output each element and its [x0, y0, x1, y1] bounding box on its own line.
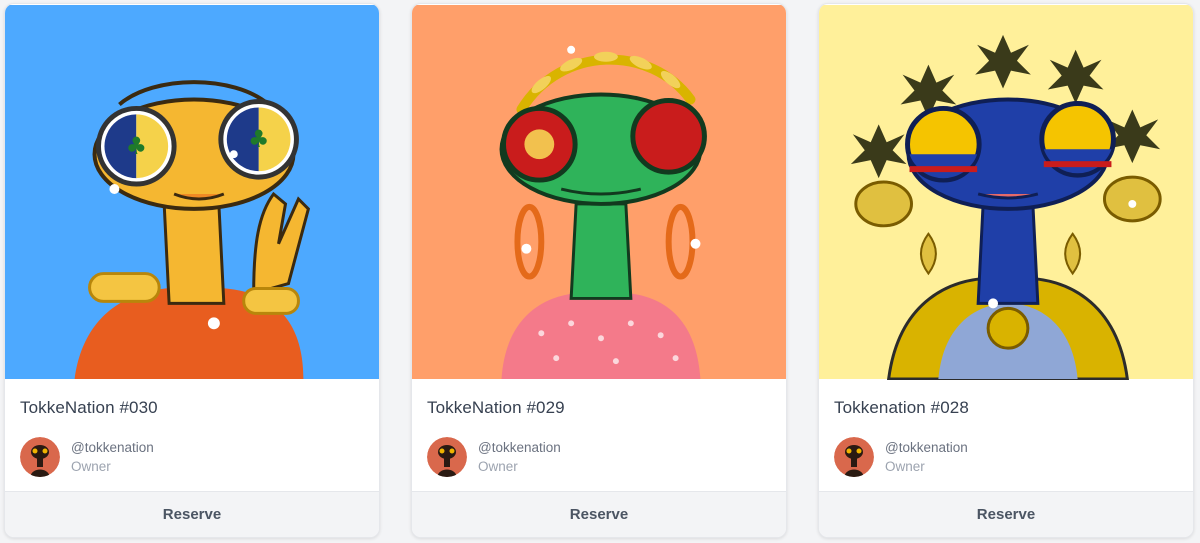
owner-row[interactable]: @tokkenation Owner	[427, 437, 771, 477]
svg-text:♣: ♣	[248, 125, 269, 153]
nft-title[interactable]: TokkeNation #030	[20, 398, 364, 418]
nft-card[interactable]: ♣ ♣ TokkeNation #030 @tokkenation Owner …	[4, 3, 380, 538]
chameleon-artwork-image	[412, 5, 786, 379]
owner-avatar[interactable]	[20, 437, 60, 477]
avatar-image	[20, 437, 60, 477]
nft-title[interactable]: Tokkenation #028	[834, 398, 1178, 418]
nft-card-grid: ♣ ♣ TokkeNation #030 @tokkenation Owner …	[0, 0, 1200, 543]
nft-artwork[interactable]	[819, 4, 1193, 380]
nft-artwork[interactable]: ♣ ♣	[5, 4, 379, 380]
owner-text: @tokkenation Owner	[478, 438, 561, 476]
avatar-image	[427, 437, 467, 477]
avatar-image	[834, 437, 874, 477]
nft-artwork[interactable]	[412, 4, 786, 380]
svg-text:♣: ♣	[126, 132, 147, 160]
chameleon-artwork-image: ♣ ♣	[5, 5, 379, 379]
nft-card[interactable]: Tokkenation #028 @tokkenation Owner Rese…	[818, 3, 1194, 538]
owner-role-label: Owner	[885, 459, 925, 474]
owner-handle[interactable]: @tokkenation	[478, 438, 561, 457]
owner-avatar[interactable]	[834, 437, 874, 477]
owner-row[interactable]: @tokkenation Owner	[834, 437, 1178, 477]
reserve-button[interactable]: Reserve	[819, 491, 1193, 537]
chameleon-artwork-image	[819, 5, 1193, 380]
reserve-button[interactable]: Reserve	[412, 491, 786, 537]
owner-role-label: Owner	[71, 459, 111, 474]
owner-handle[interactable]: @tokkenation	[71, 438, 154, 457]
card-info: TokkeNation #029 @tokkenation Owner	[412, 380, 786, 493]
owner-avatar[interactable]	[427, 437, 467, 477]
nft-title[interactable]: TokkeNation #029	[427, 398, 771, 418]
card-info: Tokkenation #028 @tokkenation Owner	[819, 380, 1193, 493]
reserve-button[interactable]: Reserve	[5, 491, 379, 537]
card-info: TokkeNation #030 @tokkenation Owner	[5, 380, 379, 493]
owner-text: @tokkenation Owner	[885, 438, 968, 476]
owner-role-label: Owner	[478, 459, 518, 474]
nft-card[interactable]: TokkeNation #029 @tokkenation Owner Rese…	[411, 3, 787, 538]
owner-handle[interactable]: @tokkenation	[885, 438, 968, 457]
owner-text: @tokkenation Owner	[71, 438, 154, 476]
owner-row[interactable]: @tokkenation Owner	[20, 437, 364, 477]
